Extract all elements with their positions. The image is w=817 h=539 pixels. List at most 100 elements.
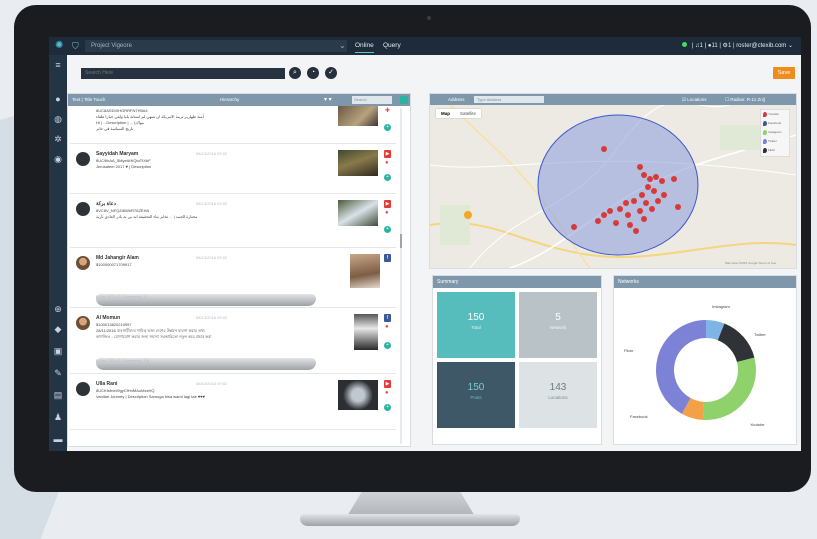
post-date: 08/13/2016 09:02 (196, 381, 228, 386)
tab-satellite[interactable]: Satellite (455, 109, 481, 118)
post-author[interactable]: Ulla Rani (96, 381, 117, 387)
app-screen: ✺ ⛉ Project Vigeore ⌄ Online Query | ♫1 … (49, 37, 801, 451)
post-text: أمنة ظهارير تزينة الامريكة ان تنتهي لم ا… (96, 114, 204, 119)
image-icon[interactable]: ▣ (52, 345, 64, 357)
map-canvas[interactable]: Map Satellite Youtube Facebook Instagram … (430, 102, 796, 268)
post-thumbnail[interactable] (354, 314, 378, 350)
user-menu-chevron-icon[interactable]: ⌄ (788, 43, 793, 49)
post-author[interactable]: Sayyidah Maryam (96, 151, 138, 157)
menu-icon[interactable]: ≡ (52, 59, 64, 71)
stats-icon[interactable]: ◉ (52, 153, 64, 165)
user-email[interactable]: roster@ctexib.com (736, 43, 786, 49)
notification-counts[interactable]: | ♫1 | ●11 | ⚙1 | (692, 43, 735, 49)
locations-checkbox[interactable]: ☑ Locations (682, 94, 707, 105)
address-label: Address (448, 97, 465, 102)
chart-label-twitter: Twitter (754, 332, 766, 337)
avatar (76, 202, 90, 216)
tab-map[interactable]: Map (436, 109, 455, 118)
feed-header: Text | Title Touch Hierarchy ▾ ▾ Search (68, 94, 410, 106)
donut-slice-twitter[interactable] (717, 323, 755, 363)
summary-tile-total[interactable]: 150 Total (437, 292, 515, 358)
list-item[interactable]: Md Jahangir Alam 08/13/2016 09:02 $10000… (70, 248, 396, 308)
tile-value: 5 (555, 312, 561, 323)
networks-panel: Networks Instagram Twitter Youtube Faceb… (613, 275, 797, 445)
post-date: 08/13/2016 09:02 (196, 201, 228, 206)
avatar (76, 382, 90, 396)
add-post-icon[interactable]: + (384, 174, 391, 181)
map-type-toggle[interactable]: Map Satellite (436, 109, 482, 118)
post-text: Hi | ...Description | ... (مواك (96, 120, 145, 125)
folder-icon[interactable]: ▬ (52, 433, 64, 445)
monitor-stand-base (300, 514, 520, 526)
list-item[interactable]: Ulla Rani 08/13/2016 09:02 8UCKfsfrvnl9g… (70, 374, 396, 430)
list-item[interactable]: Al Momun 08/13/2016 09:02 $1000138202109… (70, 308, 396, 374)
tile-value: 143 (549, 382, 567, 393)
location-pin-icon[interactable]: ✚ (385, 108, 390, 114)
tag-icon[interactable]: ◆ (52, 323, 64, 335)
post-author[interactable]: Al Momun (96, 315, 120, 321)
tile-value: 150 (467, 382, 485, 393)
tab-query[interactable]: Query (383, 40, 401, 52)
list-item[interactable]: Sayyidah Maryam 08/13/2016 09:02 8UC9ihA… (70, 144, 396, 194)
post-date: 08/13/2016 09:02 (196, 151, 228, 156)
post-text: Vanilari Journey | Description Samuga bi… (96, 394, 206, 399)
search-input[interactable] (81, 68, 285, 79)
post-thumbnail[interactable] (338, 200, 378, 226)
donut-slice-flickr[interactable] (656, 320, 706, 414)
location-pin-icon[interactable]: ● (385, 324, 389, 330)
feed-scrollbar-thumb[interactable] (400, 234, 402, 248)
add-post-icon[interactable]: + (384, 404, 391, 411)
add-post-icon[interactable]: + (384, 124, 391, 131)
post-thumbnail[interactable] (338, 106, 378, 126)
project-selector[interactable]: Project Vigeore (85, 40, 347, 52)
legend-item: Flickr (761, 146, 789, 155)
app-logo-icon[interactable]: ✺ (55, 40, 67, 52)
tab-online[interactable]: Online (355, 40, 374, 53)
summary-tile-locations[interactable]: 143 Locations (519, 362, 597, 428)
summary-tile-posts[interactable]: 150 Posts (437, 362, 515, 428)
post-thumbnail[interactable] (338, 150, 378, 176)
chevron-down-icon[interactable]: ⌄ (339, 40, 346, 52)
feed-header-hierarchy[interactable]: Hierarchy (220, 94, 239, 106)
summary-tile-network[interactable]: 5 Network (519, 292, 597, 358)
post-thumbnail[interactable] (350, 254, 380, 288)
search-icon[interactable]: ⌕ (289, 67, 301, 79)
document-icon[interactable]: ▤ (52, 389, 64, 401)
add-post-icon[interactable]: + (384, 342, 391, 349)
filter-icon[interactable]: ◔ (307, 67, 319, 79)
address-input[interactable]: Type Address (474, 96, 544, 103)
feed-panel: Text | Title Touch Hierarchy ▾ ▾ Search … (67, 93, 411, 447)
location-pin-icon[interactable]: ● (385, 160, 389, 166)
check-icon[interactable]: ✓ (325, 67, 337, 79)
tile-label: Posts (470, 395, 482, 400)
feed-scrollbar[interactable] (400, 108, 402, 444)
list-item[interactable]: دعاة بركة 08/13/2016 09:02 8VC8V_NFQZI6W… (70, 194, 396, 248)
post-author[interactable]: دعاة بركة (96, 201, 116, 207)
location-pin-icon[interactable]: ● (385, 210, 389, 216)
add-icon[interactable]: ⊕ (52, 303, 64, 315)
bell-icon[interactable]: ♟ (52, 411, 64, 423)
map-attribution: Map data ©2016 Google Terms of Use (725, 261, 777, 265)
add-post-icon[interactable]: + (384, 226, 391, 233)
edit-icon[interactable]: ✎ (52, 367, 64, 379)
map-svg (430, 102, 796, 268)
sort-icon[interactable]: ▾ ▾ (324, 94, 332, 106)
post-date: 08/13/2016 09:02 (196, 315, 228, 320)
feed-search-input[interactable]: Search (352, 96, 392, 104)
gear-icon[interactable]: ✲ (52, 133, 64, 145)
donut-slice-youtube[interactable] (702, 357, 756, 420)
map-header: Address Type Address ☑ Locations ☐ Radiu… (430, 94, 796, 105)
post-thumbnail[interactable] (338, 380, 378, 410)
legend-item: Instagram (761, 128, 789, 137)
globe-icon[interactable]: ◍ (52, 113, 64, 125)
location-pin-icon[interactable]: ● (385, 390, 389, 396)
tile-value: 150 (467, 312, 485, 323)
export-icon[interactable] (400, 96, 408, 104)
list-item[interactable]: 8UC8ASDIXHGRRFN7H5A4 أمنة ظهارير تزينة ا… (70, 106, 396, 144)
save-button[interactable]: Save (773, 67, 795, 79)
radius-checkbox[interactable]: ☐ Radius: R-11 Zn|| (725, 94, 765, 105)
database-icon[interactable]: ● (52, 93, 64, 105)
post-author[interactable]: Md Jahangir Alam (96, 255, 139, 261)
summary-panel: Summary 150 Total 5 Network 150 Posts 14… (432, 275, 602, 445)
sidebar: ≡ ● ◍ ✲ ◉ ⊕ ◆ ▣ ✎ ▤ ♟ ▬ (49, 55, 67, 451)
